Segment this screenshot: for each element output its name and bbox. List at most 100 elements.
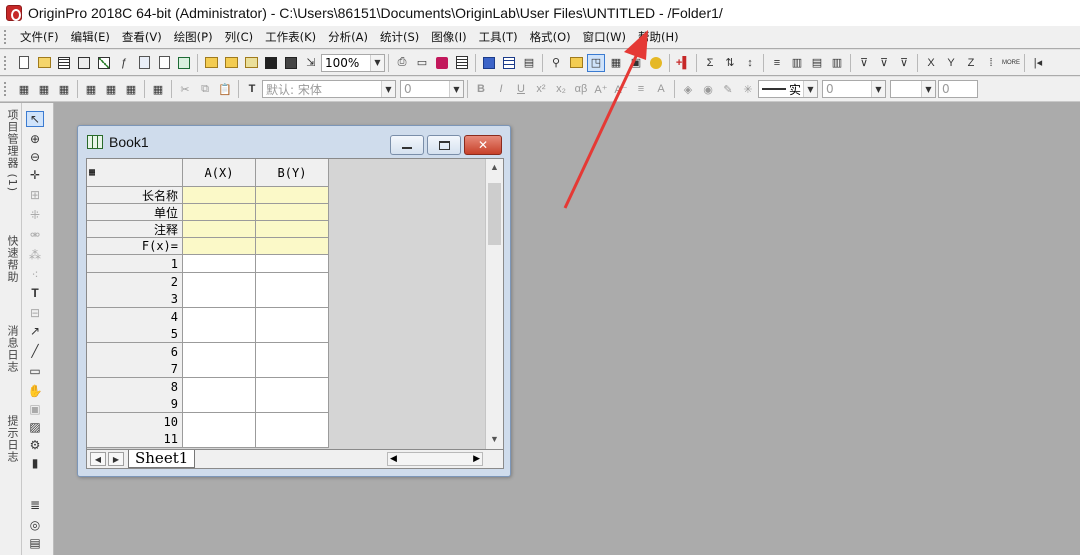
new-function-icon[interactable]: ƒ (115, 54, 133, 72)
column-chart-icon[interactable]: ▥ (788, 54, 806, 72)
message-log-icon[interactable]: ◳ (587, 53, 605, 72)
layer-tool-icon[interactable]: ▮ (26, 455, 44, 471)
copy-icon[interactable]: ⧉ (196, 80, 214, 98)
arrow-tool-icon[interactable]: ↗ (26, 323, 44, 339)
histogram-icon[interactable]: ▥ (828, 54, 846, 72)
draw-data-icon[interactable]: ⁂ (26, 247, 44, 263)
code-builder-icon[interactable] (480, 54, 498, 72)
data-cell[interactable] (183, 255, 256, 273)
font-size-select[interactable]: 0 ▼ (400, 80, 464, 98)
set-values-icon[interactable]: ≡ (768, 54, 786, 72)
command-window-icon[interactable]: ▣ (627, 54, 645, 72)
column-header-b[interactable]: B(Y) (256, 159, 329, 187)
script-window-icon[interactable] (500, 54, 518, 72)
add-column-icon[interactable]: +▌ (674, 54, 692, 72)
first-column-icon[interactable]: |◂ (1029, 54, 1047, 72)
paste-icon[interactable]: 📋 (216, 80, 234, 98)
font-select[interactable]: 默认: 宋体 ▼ (262, 80, 396, 98)
new-project-icon[interactable] (15, 54, 33, 72)
tab-project-explorer[interactable]: 项目管理器 (1) (2, 109, 20, 201)
image-tool-icon[interactable]: ▣ (26, 401, 44, 417)
label-cell[interactable] (183, 204, 256, 221)
fill-value-select[interactable]: 0 (938, 80, 978, 98)
label-cell[interactable] (183, 238, 256, 255)
label-cell[interactable] (256, 187, 329, 204)
region-icon[interactable]: ⁖ (26, 267, 44, 283)
label-cell[interactable] (256, 221, 329, 238)
worksheet-tool-icon[interactable]: ▦ (149, 80, 167, 98)
tab-hint-log[interactable]: 提示日志 (2, 415, 20, 479)
label-cell[interactable] (256, 238, 329, 255)
new-notes-icon[interactable] (155, 54, 173, 72)
apps-icon[interactable] (647, 54, 665, 72)
superscript-icon[interactable]: x² (532, 80, 550, 98)
worksheet-tool-icon[interactable]: ▦ (102, 80, 120, 98)
quick-help-icon[interactable] (567, 54, 585, 72)
underline-button[interactable]: U (512, 80, 530, 98)
project-explorer-icon[interactable]: ⚲ (547, 54, 565, 72)
list-tool-icon[interactable]: ≣ (26, 497, 44, 513)
label-row-long-name[interactable]: 长名称 (87, 187, 183, 204)
circle-tool-icon[interactable]: ◎ (26, 517, 44, 533)
data-cell[interactable] (183, 308, 256, 326)
new-graph-icon[interactable] (95, 54, 113, 72)
worksheet-tool-icon[interactable]: ▦ (35, 80, 53, 98)
rectangle-tool-icon[interactable]: ▭ (26, 363, 44, 379)
maximize-button[interactable] (427, 135, 461, 155)
data-cell[interactable] (183, 413, 256, 431)
fill-select[interactable]: ▼ (890, 80, 936, 98)
menu-statistics[interactable]: 统计(S) (374, 26, 425, 48)
worksheet-tool-icon[interactable]: ▦ (122, 80, 140, 98)
data-cell[interactable] (183, 360, 256, 378)
column-info-icon[interactable]: ⁞ (982, 54, 1000, 72)
data-cell[interactable] (183, 343, 256, 361)
data-cell[interactable] (256, 308, 329, 326)
data-cell[interactable] (183, 273, 256, 291)
line-tool-icon[interactable]: ╱ (26, 343, 44, 359)
data-selector-icon[interactable]: ⊞ (26, 187, 44, 203)
worksheet[interactable]: ▦ A(X) B(Y) 长名称 单位 注释 F(x)= 1 2 3 4 5 6 7 8 9 10 1… (86, 158, 504, 450)
filter-setting-icon[interactable]: ⊽ (895, 54, 913, 72)
menu-image[interactable]: 图像(I) (425, 26, 472, 48)
row-header[interactable]: 9 (87, 395, 183, 413)
workbook-window[interactable]: Book1 ✕ ▦ A(X) B(Y) 长名称 单位 注释 F(x)= 1234… (77, 125, 511, 477)
scroll-right-icon[interactable]: ▶ (473, 453, 480, 464)
text-tool-icon[interactable]: T (26, 285, 44, 301)
subscript-icon[interactable]: x₂ (552, 80, 570, 98)
minimize-button[interactable] (390, 135, 424, 155)
set-as-z-icon[interactable]: Z (962, 54, 980, 72)
row-header[interactable]: 11 (87, 430, 183, 448)
data-cell[interactable] (183, 378, 256, 396)
data-cell[interactable] (256, 378, 329, 396)
new-workbook-icon[interactable] (55, 54, 73, 72)
smart-hint-icon[interactable]: ▦ (607, 54, 625, 72)
cut-icon[interactable]: ✂ (176, 80, 194, 98)
menu-format[interactable]: 格式(O) (524, 26, 577, 48)
new-layout-icon[interactable] (135, 54, 153, 72)
scroll-left-icon[interactable]: ◀ (390, 453, 397, 464)
tab-quick-help[interactable]: 快速帮助 (2, 235, 20, 299)
bold-button[interactable]: B (472, 80, 490, 98)
row-header[interactable]: 4 (87, 308, 183, 326)
menu-file[interactable]: 文件(F) (14, 26, 65, 48)
data-cell[interactable] (256, 290, 329, 308)
pattern-icon[interactable]: ◉ (699, 80, 717, 98)
set-as-x-icon[interactable]: X (922, 54, 940, 72)
data-cell[interactable] (256, 273, 329, 291)
next-sheet-icon[interactable]: ▶ (108, 452, 124, 466)
menu-help[interactable]: 帮助(H) (632, 26, 685, 48)
data-cell[interactable] (256, 255, 329, 273)
row-header[interactable]: 3 (87, 290, 183, 308)
screen-reader-icon[interactable]: ✛ (26, 167, 44, 183)
panel-tool-icon[interactable]: ▤ (26, 535, 44, 551)
label-row-comments[interactable]: 注释 (87, 221, 183, 238)
worksheet-tool-icon[interactable]: ▦ (55, 80, 73, 98)
label-cell[interactable] (183, 187, 256, 204)
filter-icon[interactable]: ⊽ (855, 54, 873, 72)
row-header[interactable]: 1 (87, 255, 183, 273)
new-matrix-icon[interactable] (75, 54, 93, 72)
scroll-down-icon[interactable]: ▼ (486, 431, 503, 447)
menu-tools[interactable]: 工具(T) (473, 26, 524, 48)
refresh-icon[interactable] (433, 54, 451, 72)
open-template-icon[interactable] (222, 54, 240, 72)
